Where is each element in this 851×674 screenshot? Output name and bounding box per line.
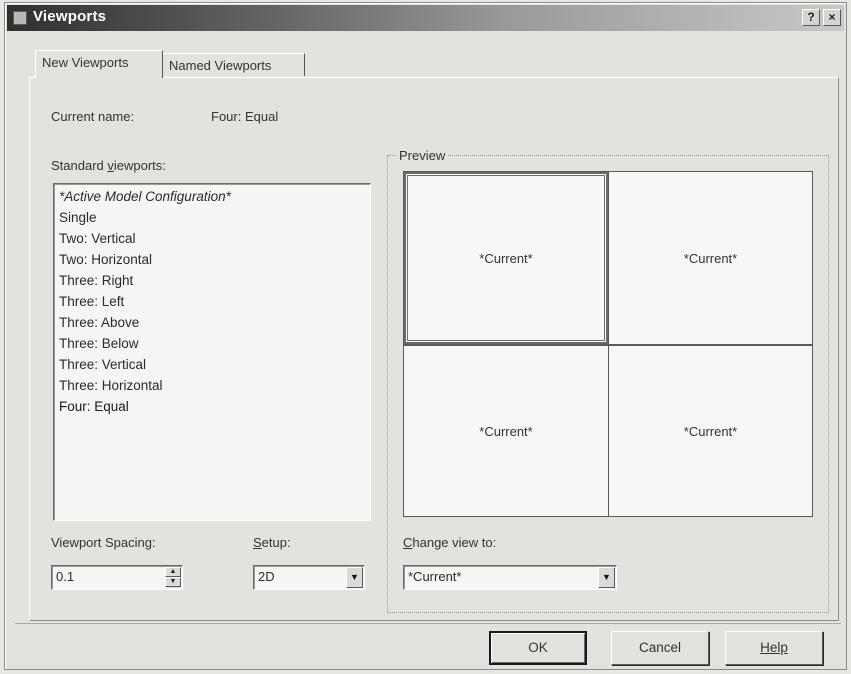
list-item[interactable]: Three: Vertical — [59, 354, 370, 375]
spin-down-icon[interactable]: ▼ — [165, 577, 181, 587]
help-button-label: Help — [760, 640, 788, 655]
app-icon — [13, 11, 27, 25]
window-title: Viewports — [33, 8, 107, 25]
spin-buttons: ▲ ▼ — [165, 567, 181, 588]
tab-new-viewports[interactable]: New Viewports — [35, 50, 163, 78]
viewport-bottom-right[interactable]: *Current* — [608, 344, 812, 516]
cancel-button[interactable]: Cancel — [611, 631, 709, 665]
current-name-value: Four: Equal — [211, 109, 279, 124]
change-view-value: *Current* — [408, 569, 462, 584]
setup-select[interactable]: 2D ▼ — [253, 565, 365, 590]
viewport-spacing-stepper[interactable]: 0.1 ▲ ▼ — [51, 565, 183, 590]
help-button[interactable]: Help — [725, 631, 823, 665]
standard-viewports-label: Standard viewports: — [51, 158, 166, 173]
change-view-select[interactable]: *Current* ▼ — [403, 565, 617, 590]
viewport-top-right[interactable]: *Current* — [608, 172, 812, 344]
viewport-spacing-value: 0.1 — [56, 569, 75, 584]
help-title-button[interactable]: ? — [802, 9, 820, 26]
list-item[interactable]: Three: Above — [59, 312, 370, 333]
setup-value: 2D — [258, 569, 275, 584]
list-item[interactable]: Three: Below — [59, 333, 370, 354]
viewports-dialog: Viewports ? × New Viewports Named Viewpo… — [4, 2, 847, 670]
change-view-label: Change view to: — [403, 535, 497, 550]
list-item[interactable]: Three: Left — [59, 291, 370, 312]
chevron-down-icon[interactable]: ▼ — [598, 567, 615, 588]
spin-up-icon[interactable]: ▲ — [165, 567, 181, 577]
preview-label: Preview — [397, 148, 448, 163]
separator — [15, 623, 841, 624]
setup-label: Setup: — [253, 535, 291, 550]
current-name-label: Current name: — [51, 109, 135, 124]
list-item-selected[interactable]: Four: Equal — [59, 396, 370, 417]
list-item[interactable]: Two: Vertical — [59, 228, 370, 249]
list-item[interactable]: Two: Horizontal — [59, 249, 370, 270]
list-item[interactable]: Three: Horizontal — [59, 375, 370, 396]
tab-named-viewports[interactable]: Named Viewports — [163, 53, 305, 76]
list-item[interactable]: Single — [59, 207, 370, 228]
ok-button[interactable]: OK — [489, 631, 587, 665]
standard-viewports-list[interactable]: *Active Model Configuration* Single Two:… — [53, 183, 371, 521]
viewport-bottom-left[interactable]: *Current* — [404, 344, 608, 516]
close-icon[interactable]: × — [823, 9, 841, 26]
preview-frame: *Current* *Current* *Current* *Current* — [403, 171, 813, 517]
list-item[interactable]: *Active Model Configuration* — [59, 186, 370, 207]
viewport-top-left[interactable]: *Current* — [404, 172, 608, 344]
list-item[interactable]: Three: Right — [59, 270, 370, 291]
chevron-down-icon[interactable]: ▼ — [346, 567, 363, 588]
viewport-spacing-label: Viewport Spacing: — [51, 535, 156, 550]
title-bar[interactable]: Viewports ? × — [7, 5, 844, 31]
